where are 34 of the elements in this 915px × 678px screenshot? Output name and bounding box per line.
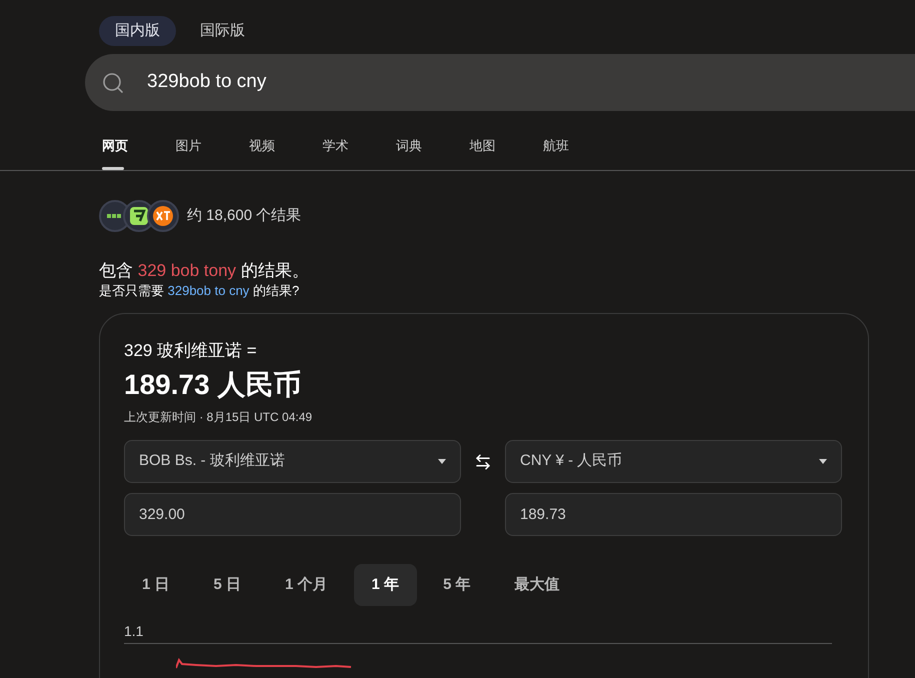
nav-tab[interactable]: 学术: [322, 134, 396, 170]
conversion-source: 329 玻利维亚诺 =: [124, 340, 258, 362]
swap-icon[interactable]: [474, 452, 492, 470]
result-count: 约 18,600 个结果: [187, 206, 302, 226]
nav-tab[interactable]: 视频: [249, 134, 322, 170]
currency-dropdown[interactable]: CNY ¥ - 人民币: [505, 440, 842, 483]
caret-icon: [819, 459, 827, 464]
spelling-suggestion: 是否只需要 329bob to cny 的结果?: [98, 282, 300, 300]
update-time: 上次更新时间 · 8月15日 UTC 04:49: [124, 409, 314, 426]
axis-label: 1.1: [124, 622, 144, 640]
range-tab[interactable]: 最大值: [496, 564, 578, 606]
amount-input[interactable]: 189.73: [505, 493, 842, 536]
nav-tab[interactable]: 词典: [396, 134, 470, 170]
range-tab[interactable]: 5 年: [425, 564, 489, 606]
version-tab[interactable]: 国际版: [184, 16, 261, 46]
nav-tab[interactable]: 地图: [470, 134, 543, 170]
range-tab[interactable]: 1 日: [124, 564, 188, 606]
range-tab[interactable]: 1 个月: [267, 564, 346, 606]
caret-icon: [438, 459, 446, 464]
nav-tab[interactable]: 航班: [543, 134, 616, 170]
nav-tab[interactable]: 图片: [176, 134, 249, 170]
spelling-notice: 包含 329 bob tony 的结果。: [98, 260, 310, 282]
version-tab[interactable]: 国内版: [99, 16, 176, 46]
amount-input[interactable]: 329.00: [124, 493, 461, 536]
range-tab[interactable]: 5 日: [196, 564, 260, 606]
suggestion-link[interactable]: 329bob to cny: [168, 283, 250, 298]
currency-dropdown[interactable]: BOB Bs. - 玻利维亚诺: [124, 440, 461, 483]
search-input[interactable]: 329bob to cny: [147, 68, 747, 97]
site-icon: [147, 200, 179, 232]
search-field[interactable]: 329bob to cny: [85, 54, 915, 111]
search-icon: [101, 70, 125, 94]
nav-tab[interactable]: 网页: [102, 134, 176, 170]
range-tab[interactable]: 1 年: [354, 564, 418, 606]
conversion-result: 189.73 人民币: [124, 368, 302, 402]
